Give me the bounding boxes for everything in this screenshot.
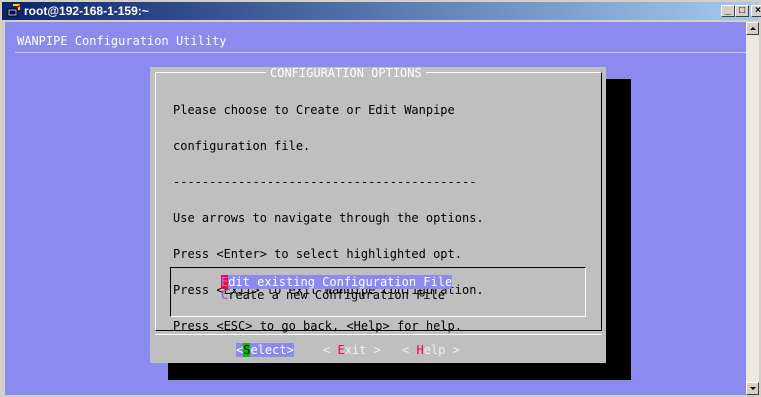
maximize-button[interactable]: □: [735, 5, 749, 17]
terminal-screen[interactable]: WANPIPE Configuration Utility CONFIGURAT…: [5, 22, 746, 395]
arrow-up-icon: [750, 27, 756, 30]
scroll-up-button[interactable]: [746, 22, 759, 35]
close-button[interactable]: ×: [751, 5, 761, 17]
arrow-down-icon: [750, 387, 756, 390]
instruction-line: Please choose to Create or Edit Wanpipe: [173, 103, 455, 117]
window-title: root@192-168-1-159:~: [24, 4, 149, 18]
vertical-scrollbar[interactable]: [746, 22, 759, 395]
scroll-down-button[interactable]: [746, 382, 759, 395]
button-bracket: <: [323, 343, 338, 357]
instruction-line: ----------------------------------------…: [173, 175, 477, 189]
button-label: xit >: [344, 343, 381, 357]
button-label: elect>: [250, 343, 294, 357]
instruction-line: Use arrows to navigate through the optio…: [173, 211, 484, 225]
instruction-line: Press <ESC> to go back, <Help> for help.: [173, 319, 462, 333]
select-button[interactable]: <Select>: [236, 343, 294, 357]
button-separator: [155, 334, 602, 335]
minimize-button[interactable]: _: [721, 5, 735, 17]
options-menu: Edit existing Configuration File Create …: [170, 267, 586, 317]
exit-button[interactable]: < Exit >: [323, 343, 381, 357]
instruction-line: configuration file.: [173, 139, 311, 153]
window-title-bar: root@192-168-1-159:~ _ □ ×: [2, 2, 761, 20]
title-divider: [15, 52, 746, 53]
button-hotkey: H: [416, 343, 424, 357]
configuration-options-dialog: CONFIGURATION OPTIONS Please choose to C…: [150, 67, 606, 363]
dialog-title: CONFIGURATION OPTIONS: [266, 67, 426, 79]
utility-title: WANPIPE Configuration Utility: [17, 34, 227, 48]
menu-item-label: dit existing Configuration File: [228, 275, 453, 289]
help-button[interactable]: < Help >: [402, 343, 460, 357]
button-bracket: <: [402, 343, 417, 357]
menu-item-create-new[interactable]: Create a new Configuration File: [221, 289, 445, 302]
dialog-buttons: <Select> < Exit > < Help >: [150, 341, 606, 357]
button-hotkey: E: [337, 343, 345, 357]
putty-terminal-icon: [7, 4, 21, 17]
instruction-line: Press <Enter> to select highlighted opt.: [173, 247, 462, 261]
button-label: elp >: [423, 343, 460, 357]
menu-item-label: reate a new Configuration File: [228, 288, 445, 302]
